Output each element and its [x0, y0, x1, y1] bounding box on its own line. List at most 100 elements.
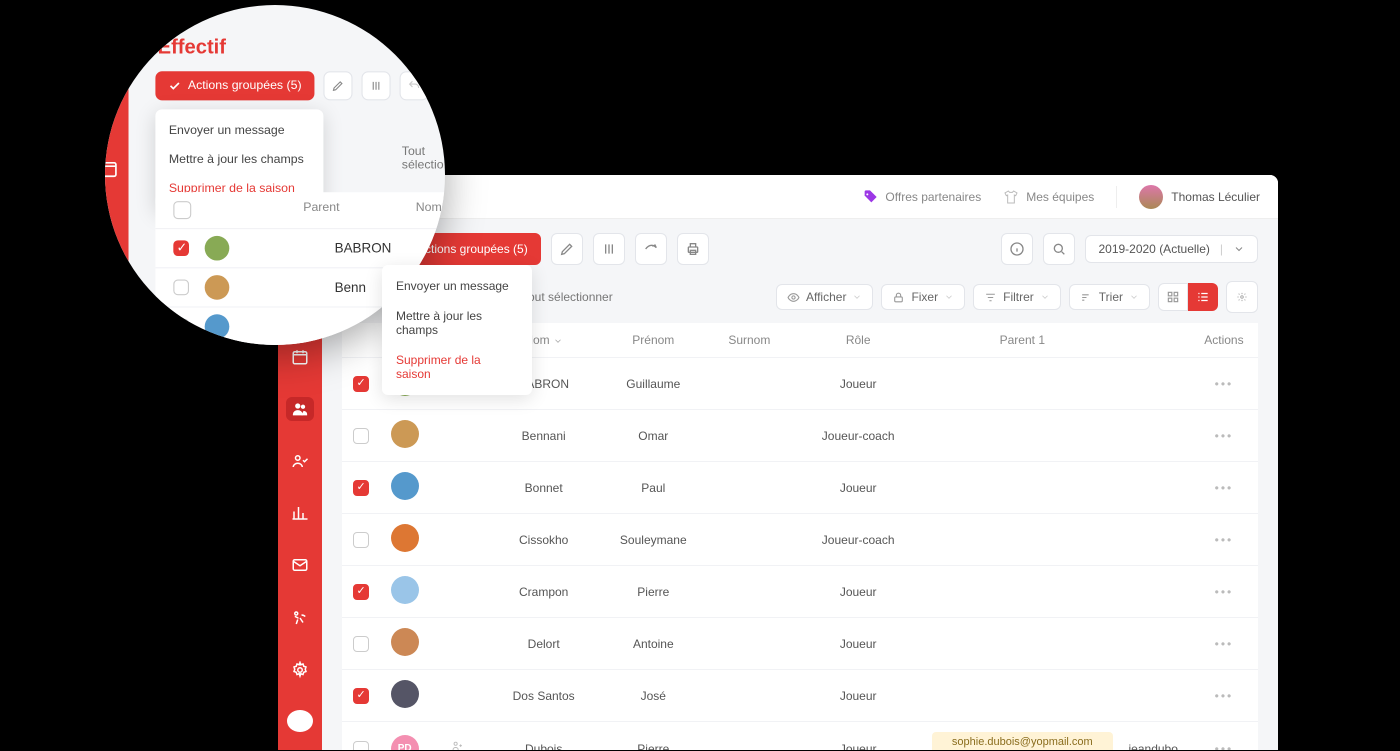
cell-role: Joueur-coach	[792, 410, 924, 462]
avatar: PD	[391, 735, 419, 751]
warning-badge: sophie.dubois@yopmail.com⊘ Compte non ac…	[932, 732, 1112, 750]
lens-dropdown-update[interactable]: Mettre à jour les champs	[155, 145, 323, 174]
lens-check-all[interactable]	[173, 201, 191, 219]
col-parent1[interactable]: Parent 1	[924, 323, 1120, 358]
filter-trier[interactable]: Trier	[1069, 284, 1150, 310]
season-selector[interactable]: 2019-2020 (Actuelle) |	[1085, 235, 1258, 263]
columns-icon	[369, 79, 382, 92]
undo-icon	[407, 79, 420, 92]
row-actions-button[interactable]: •••	[1215, 585, 1234, 599]
table-row: DelortAntoineJoueur•••	[342, 618, 1258, 670]
sort-icon	[1080, 291, 1093, 304]
cell-prenom: Paul	[600, 462, 706, 514]
share-button[interactable]	[635, 233, 667, 265]
table-settings-button[interactable]	[1226, 281, 1258, 313]
sidebar-item-calendar[interactable]	[286, 345, 314, 369]
eye-icon	[787, 291, 800, 304]
sidebar-user-avatar[interactable]	[287, 710, 313, 732]
row-actions-button[interactable]: •••	[1215, 533, 1234, 547]
cell-role: Joueur	[792, 722, 924, 750]
cell-nom: Dos Santos	[487, 670, 600, 722]
cell-nom: BABRON	[335, 240, 392, 256]
col-prenom[interactable]: Prénom	[600, 323, 706, 358]
filter-filtrer[interactable]: Filtrer	[973, 284, 1061, 310]
chevron-down-icon	[1129, 292, 1139, 302]
lens-edit-button[interactable]	[323, 71, 352, 100]
table-row: Dos SantosJoséJoueur•••	[342, 670, 1258, 722]
lens-actions-button[interactable]: Actions groupées (5)	[155, 71, 313, 100]
row-actions-button[interactable]: •••	[1215, 429, 1234, 443]
view-list-button[interactable]	[1188, 283, 1218, 311]
col-role[interactable]: Rôle	[792, 323, 924, 358]
avatar	[391, 576, 419, 604]
user-check-icon	[291, 452, 309, 470]
row-checkbox[interactable]	[353, 532, 369, 548]
row-checkbox[interactable]	[353, 428, 369, 444]
info-button[interactable]	[1001, 233, 1033, 265]
top-link-offers-label: Offres partenaires	[885, 190, 981, 204]
avatar	[391, 420, 419, 448]
filter-afficher[interactable]: Afficher	[776, 284, 873, 310]
top-link-offers[interactable]: Offres partenaires	[862, 189, 981, 205]
sidebar-item-activity[interactable]	[286, 605, 314, 629]
col-actions[interactable]: Actions	[1190, 323, 1258, 358]
row-actions-button[interactable]: •••	[1215, 377, 1234, 391]
top-user[interactable]: Thomas Léculier	[1139, 185, 1260, 209]
brand-logo: Effectif	[158, 35, 226, 59]
row-checkbox[interactable]	[353, 688, 369, 704]
cell-prenom: Pierre	[600, 566, 706, 618]
users-icon	[291, 400, 309, 418]
table-row: PDDuboisPierreJoueursophie.dubois@yopmai…	[342, 722, 1258, 750]
row-checkbox[interactable]	[353, 584, 369, 600]
gear-icon	[291, 661, 309, 679]
search-button[interactable]	[1043, 233, 1075, 265]
lens-sidebar	[105, 5, 129, 345]
cell-role: Joueur	[792, 462, 924, 514]
cell-prenom: Antoine	[600, 618, 706, 670]
lens-undo-button[interactable]	[399, 71, 428, 100]
lens-dropdown-send[interactable]: Envoyer un message	[155, 116, 323, 145]
sidebar-item-settings[interactable]	[286, 658, 314, 682]
col-surnom[interactable]: Surnom	[706, 323, 792, 358]
row-actions-button[interactable]: •••	[1215, 689, 1234, 703]
row-checkbox[interactable]	[353, 636, 369, 652]
edit-button[interactable]	[551, 233, 583, 265]
dropdown-update-fields[interactable]: Mettre à jour les champs	[382, 301, 532, 345]
sidebar-item-stats[interactable]	[286, 501, 314, 525]
print-button[interactable]	[677, 233, 709, 265]
columns-button[interactable]	[593, 233, 625, 265]
chevron-down-icon	[553, 336, 563, 346]
parent-icon	[450, 740, 465, 751]
row-checkbox[interactable]	[353, 741, 369, 751]
dropdown-delete-season[interactable]: Supprimer de la saison	[382, 345, 532, 389]
check-icon	[168, 79, 181, 92]
lens-table-row: BABRON	[155, 228, 445, 267]
row-checkbox[interactable]	[353, 480, 369, 496]
actions-dropdown: Envoyer un message Mettre à jour les cha…	[382, 265, 532, 395]
sidebar-item-checkin[interactable]	[286, 449, 314, 473]
view-grid-button[interactable]	[1158, 283, 1188, 311]
dropdown-send-message[interactable]: Envoyer un message	[382, 271, 532, 301]
row-actions-button[interactable]: •••	[1215, 742, 1234, 751]
cell-nom: Dubois	[487, 722, 600, 750]
avatar	[205, 236, 230, 261]
lens-columns-button[interactable]	[361, 71, 390, 100]
cell-nom: Cissokho	[487, 514, 600, 566]
row-checkbox[interactable]	[173, 280, 189, 296]
cell-nom: Bonnet	[487, 462, 600, 514]
relancer-link[interactable]: Relancer	[1055, 749, 1101, 750]
row-checkbox[interactable]	[173, 319, 189, 335]
avatar	[205, 314, 230, 339]
row-checkbox[interactable]	[173, 240, 189, 256]
row-actions-button[interactable]: •••	[1215, 637, 1234, 651]
cell-prenom: Souleymane	[600, 514, 706, 566]
table-row: BonnetPaul Joueur •••	[342, 462, 1258, 514]
filter-fixer[interactable]: Fixer	[881, 284, 965, 310]
top-link-teams[interactable]: Mes équipes	[1003, 189, 1094, 205]
row-checkbox[interactable]	[353, 376, 369, 392]
cell-prenom: Guillaume	[600, 358, 706, 410]
row-actions-button[interactable]: •••	[1215, 481, 1234, 495]
sidebar-item-users[interactable]	[286, 397, 314, 421]
share-icon	[643, 241, 659, 257]
sidebar-item-mail[interactable]	[286, 553, 314, 577]
